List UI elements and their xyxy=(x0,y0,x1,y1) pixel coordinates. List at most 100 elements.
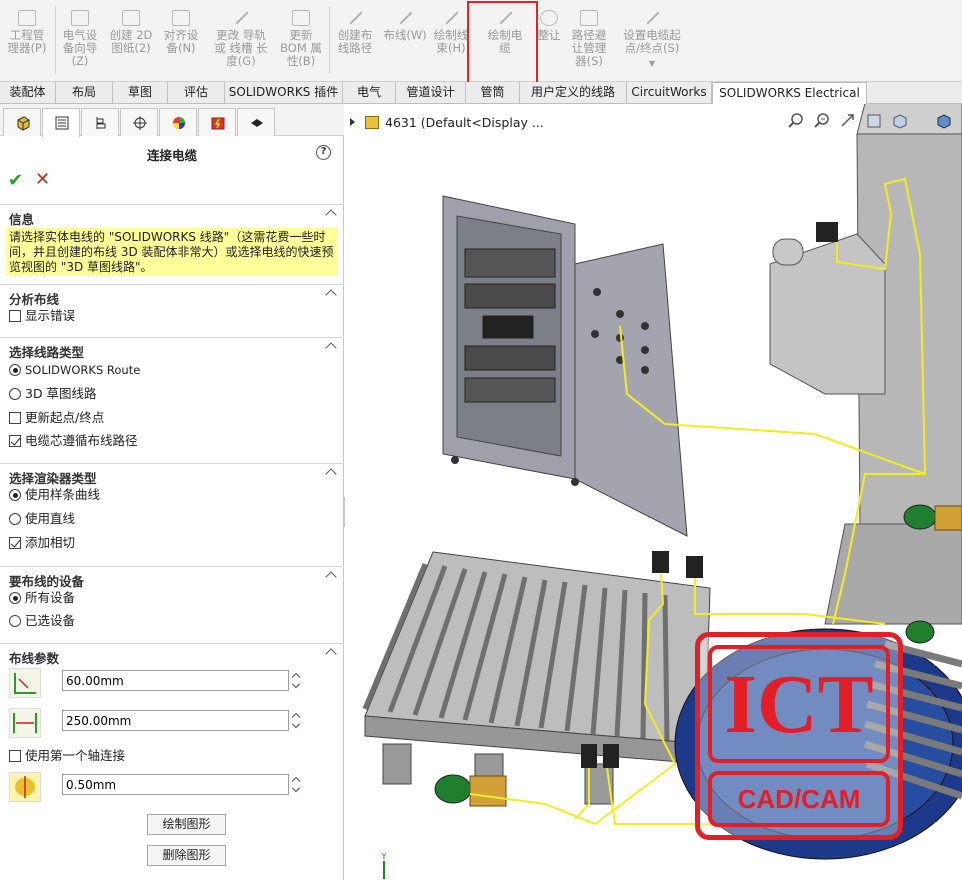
assembly-icon xyxy=(365,116,379,129)
electrical-tab[interactable] xyxy=(198,108,236,136)
route-3d-sketch-radio[interactable]: 3D 草图线路 xyxy=(9,385,97,403)
device-wizard-button[interactable]: 电气设 备向导(Z) xyxy=(57,10,103,68)
bom-icon xyxy=(292,10,310,26)
info-message: 请选择实体电线的 "SOLIDWORKS 线路"（这需花费一些时间，并且创建的布… xyxy=(6,228,338,276)
zoom-area-icon[interactable] xyxy=(813,112,831,130)
ribbon-button-label: 绘制线 束(H) xyxy=(433,28,469,55)
cable-diameter-field[interactable] xyxy=(62,774,289,795)
help-icon[interactable]: ? xyxy=(316,145,331,160)
update-bom-button[interactable]: 更新 BOM 属性(B) xyxy=(278,10,324,68)
endpoints-icon xyxy=(643,10,661,26)
renderer-section-header[interactable]: 选择渲染器类型 xyxy=(0,463,344,486)
tab-layout[interactable]: 布局 xyxy=(56,82,113,104)
ribbon-button-label: 对齐设 备(N) xyxy=(163,28,199,55)
tab-sketch[interactable]: 草图 xyxy=(113,82,168,104)
set-cable-endpoints-button[interactable]: 设置电缆起 点/终点(S) ▼ xyxy=(616,10,688,70)
horizontal-offset-field[interactable] xyxy=(62,710,289,731)
command-ribbon: 工程管 理器(P) 电气设 备向导(Z) 创建 2D 图纸(2) 对齐设 备(N) 更改… xyxy=(0,0,962,85)
collapse-icon xyxy=(325,648,337,660)
use-line-radio[interactable]: 使用直线 xyxy=(9,510,75,528)
analyze-section-header[interactable]: 分析布线 xyxy=(0,284,344,307)
align-device-button[interactable]: 对齐设 备(N) xyxy=(158,10,204,55)
route-type-section-header[interactable]: 选择线路类型 xyxy=(0,337,344,360)
use-spline-radio[interactable]: 使用样条曲线 xyxy=(9,486,100,504)
add-tangent-checkbox[interactable]: 添加相切 xyxy=(9,534,75,552)
axis-triad: Y xyxy=(378,852,390,880)
tab-electrical-3d[interactable]: SOLIDWORKS Electrical 3D xyxy=(712,82,867,121)
crosshair-icon xyxy=(133,116,147,130)
selected-devices-radio[interactable]: 已选设备 xyxy=(9,612,75,630)
project-manager-icon xyxy=(18,10,36,26)
create-route-path-button[interactable]: 创建布 线路径 xyxy=(332,10,378,55)
ribbon-button-label: 路径避 让管理 器(S) xyxy=(571,28,607,68)
zoom-to-fit-icon[interactable] xyxy=(787,112,805,130)
use-first-axis-checkbox[interactable]: 使用第一个轴连接 xyxy=(9,747,125,765)
vertical-offset-field[interactable] xyxy=(62,670,289,691)
all-devices-radio[interactable]: 所有设备 xyxy=(9,589,75,607)
drawing-icon xyxy=(122,10,140,26)
tab-piping[interactable]: 管道设计 xyxy=(396,82,466,104)
display-style-icon[interactable] xyxy=(935,112,953,130)
collapse-icon xyxy=(325,289,337,301)
tab-tubing[interactable]: 管筒 xyxy=(466,82,520,104)
graphics-viewport[interactable]: 4631 (Default<Display ... ICT CAD/CAM Y xyxy=(345,104,962,880)
feature-tree-flyout[interactable]: 4631 (Default<Display ... xyxy=(350,115,544,130)
draw-harness-button[interactable]: 绘制线 束(H) xyxy=(432,10,470,55)
cable-diameter-spinner[interactable] xyxy=(291,774,303,795)
tab-assembly[interactable]: 装配体 xyxy=(0,82,56,104)
wire-routing-button[interactable]: 布线(W) xyxy=(381,10,429,42)
core-follow-path-checkbox[interactable]: 电缆芯遵循布线路径 xyxy=(9,432,138,450)
ribbon-button-label: 更改 导轨或 线槽 长度(G) xyxy=(214,28,268,68)
property-icon xyxy=(55,116,69,130)
tab-electrical[interactable]: 电气 xyxy=(343,82,396,104)
display-tab[interactable] xyxy=(237,108,275,136)
create-2d-drawing-button[interactable]: 创建 2D 图纸(2) xyxy=(106,10,156,55)
avoid-button[interactable]: 整让 xyxy=(534,10,564,42)
change-rail-length-button[interactable]: 更改 导轨或 线槽 长度(G) xyxy=(207,10,275,68)
path-avoid-manager-button[interactable]: 路径避 让管理 器(S) xyxy=(566,10,612,68)
project-manager-button[interactable]: 工程管 理器(P) xyxy=(4,10,50,55)
align-icon xyxy=(172,10,190,26)
ok-button[interactable]: ✔ xyxy=(8,170,23,191)
horizontal-offset-spinner[interactable] xyxy=(291,710,303,731)
ribbon-button-label: 创建布 线路径 xyxy=(337,28,373,55)
ribbon-button-label: 设置电缆起 点/终点(S) xyxy=(623,28,681,55)
dimxpert-tab[interactable] xyxy=(120,108,158,136)
collapse-icon xyxy=(325,468,337,480)
collapse-icon xyxy=(325,571,337,583)
configuration-icon xyxy=(96,117,106,129)
vertical-offset-icon xyxy=(9,668,41,698)
tab-user-routes[interactable]: 用户定义的线路 xyxy=(520,82,627,104)
cancel-button[interactable]: ✕ xyxy=(35,169,50,190)
params-section-header[interactable]: 布线参数 xyxy=(0,643,344,666)
tab-addins[interactable]: SOLIDWORKS 插件 xyxy=(225,82,343,104)
cable-diameter-icon xyxy=(9,772,41,802)
property-manager-tab[interactable] xyxy=(42,108,80,137)
view-orientation-icon[interactable] xyxy=(891,112,909,130)
route-solidworks-radio[interactable]: SOLIDWORKS Route xyxy=(9,361,140,379)
feature-tree-icon xyxy=(17,116,30,131)
draw-graphics-button[interactable]: 绘制图形 xyxy=(147,814,226,835)
collapse-icon xyxy=(325,342,337,354)
horizontal-offset-icon xyxy=(9,708,41,738)
show-errors-checkbox[interactable]: 显示错误 xyxy=(9,307,75,325)
update-endpoints-checkbox[interactable]: 更新起点/终点 xyxy=(9,409,104,427)
manager-tabs xyxy=(0,104,344,137)
delete-graphics-button[interactable]: 删除图形 xyxy=(147,845,226,866)
feature-manager-tab[interactable] xyxy=(3,108,41,136)
route-path-icon xyxy=(346,10,364,26)
section-view-icon[interactable] xyxy=(865,112,883,130)
previous-view-icon[interactable] xyxy=(839,112,857,130)
configuration-tab[interactable] xyxy=(81,108,119,136)
devices-section-header[interactable]: 要布线的设备 xyxy=(0,566,344,589)
vertical-offset-spinner[interactable] xyxy=(291,670,303,691)
highlight-frame xyxy=(467,1,538,85)
panel-title: 连接电缆 xyxy=(146,148,197,163)
appearance-tab[interactable] xyxy=(159,108,197,136)
tab-evaluate[interactable]: 评估 xyxy=(168,82,225,104)
ribbon-button-label: 电气设 备向导(Z) xyxy=(62,28,98,68)
avoid-icon xyxy=(540,10,558,26)
ribbon-button-label: 工程管 理器(P) xyxy=(7,28,47,55)
tab-circuitworks[interactable]: CircuitWorks xyxy=(627,82,712,104)
info-section-header[interactable]: 信息 xyxy=(0,204,344,227)
